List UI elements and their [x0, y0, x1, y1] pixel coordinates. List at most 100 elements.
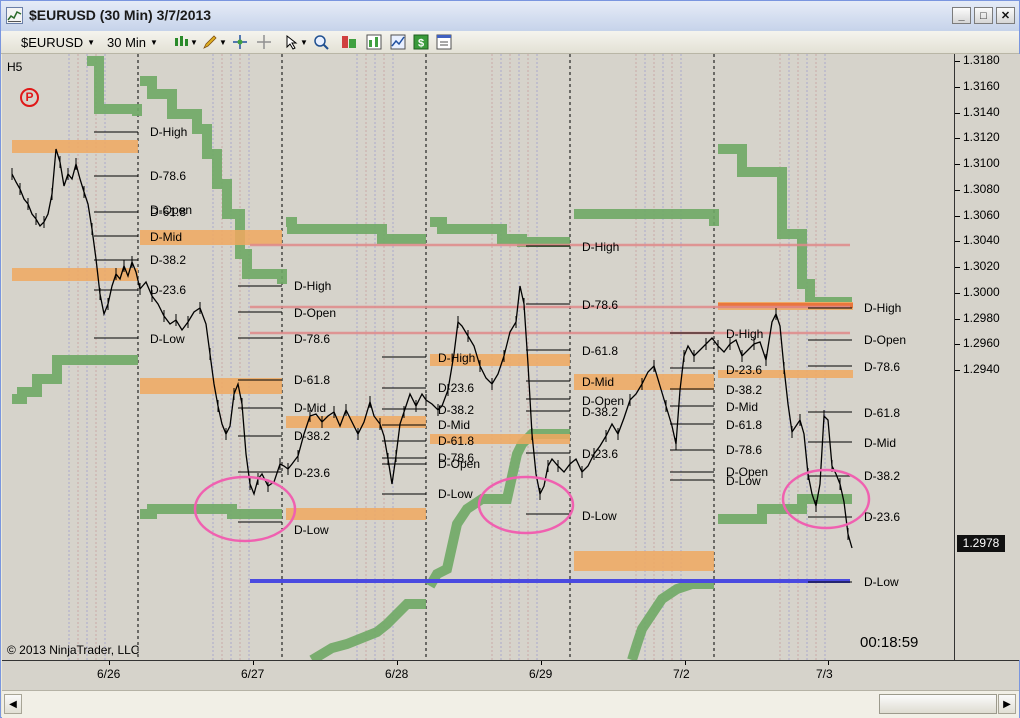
price-tick-mark — [955, 215, 960, 217]
minimize-button[interactable]: _ — [952, 7, 971, 24]
level-label: D-Mid — [438, 418, 470, 432]
level-label: D-Low — [582, 509, 617, 523]
level-label: D-Mid — [726, 400, 758, 414]
price-tick-label: 1.3000 — [963, 284, 1000, 299]
level-label: D-High — [438, 351, 476, 365]
copyright-text: © 2013 NinjaTrader, LLC — [7, 643, 140, 657]
price-tick-label: 1.3120 — [963, 130, 1000, 145]
bar-timer: 00:18:59 — [860, 634, 919, 651]
pivot-envelope-band — [286, 217, 426, 244]
time-axis[interactable]: 6/26 6/27 6/28 6/29 7/2 7/3 — [2, 660, 1019, 691]
pivot-envelope-band — [12, 355, 138, 404]
level-label: D-Low — [726, 474, 761, 488]
level-label: D-Low — [150, 332, 185, 346]
price-tick-mark — [955, 112, 960, 114]
fib-zone — [12, 268, 138, 281]
price-axis[interactable]: 1.3180 1.3160 1.3140 1.3120 1.3100 1.3080 1.30… — [954, 53, 1020, 660]
price-tick-label: 1.3160 — [963, 78, 1000, 93]
scroll-right-arrow-icon[interactable]: ▶ — [998, 694, 1016, 714]
date-tick-mark — [828, 661, 829, 665]
level-label: D-Low — [294, 523, 329, 537]
price-tick-mark — [955, 318, 960, 320]
pivot-envelope-band — [430, 217, 570, 247]
global-crosshair-icon[interactable] — [256, 34, 272, 50]
level-label: D-High — [150, 125, 188, 139]
horizontal-scrollbar[interactable]: ◀ ▶ — [2, 690, 1019, 718]
price-tick-label: 1.3060 — [963, 207, 1000, 222]
playback-logo-icon: P — [20, 88, 39, 107]
level-label: D-Mid — [582, 375, 614, 389]
price-tick-label: 1.2980 — [963, 310, 1000, 325]
level-label: D-Open — [294, 306, 337, 320]
level-label: D-78.6 — [726, 443, 763, 457]
pencil-icon[interactable] — [202, 34, 218, 50]
level-label: D-High — [294, 279, 332, 293]
level-label: D-78.6 — [150, 169, 187, 183]
maximize-button[interactable]: □ — [974, 7, 993, 24]
level-label: D-23.6 — [150, 283, 187, 297]
pivot-envelope-band — [574, 209, 719, 226]
pivot-envelope-band — [718, 144, 852, 307]
price-tick-mark — [955, 370, 960, 371]
interval-selector[interactable]: 30 Min ▼ — [107, 33, 158, 51]
date-tick-mark — [685, 661, 686, 665]
date-tick-mark — [541, 661, 542, 665]
price-tick-label: 1.3180 — [963, 53, 1000, 67]
svg-text:$: $ — [418, 38, 424, 50]
title-bar[interactable]: $EURUSD (30 Min) 3/7/2013 _ □ ✕ — [1, 1, 1019, 32]
scroll-thumb[interactable] — [879, 694, 997, 714]
price-tick-label: 1.2940 — [963, 362, 1000, 376]
price-tick-label: 1.3140 — [963, 104, 1000, 119]
strategies-icon[interactable] — [390, 34, 406, 50]
date-tick-mark — [109, 661, 110, 665]
properties-icon[interactable] — [436, 34, 452, 50]
level-label: D-Low — [864, 575, 899, 589]
candlestick-style-icon[interactable] — [173, 34, 189, 50]
scroll-left-arrow-icon[interactable]: ◀ — [4, 694, 22, 714]
data-box-icon[interactable] — [341, 34, 357, 50]
pivot-envelope-band — [309, 599, 426, 660]
chevron-down-icon: ▼ — [150, 37, 158, 47]
chevron-down-icon[interactable]: ▼ — [219, 33, 227, 51]
instrument-selector[interactable]: $EURUSD ▼ — [21, 33, 95, 51]
date-tick-label: 6/29 — [529, 667, 553, 681]
date-tick-label: 6/28 — [385, 667, 409, 681]
dollar-icon[interactable]: $ — [413, 34, 429, 50]
crosshair-icon[interactable] — [232, 34, 248, 50]
level-label: D-61.8 — [864, 406, 901, 420]
chart-panel[interactable]: H5 P © 2013 NinjaTrader, LLC 00:18:59 D-… — [2, 54, 954, 660]
pointer-icon[interactable] — [284, 34, 300, 50]
level-label: D-Mid — [294, 401, 326, 415]
level-label: D-23.6 — [294, 466, 331, 480]
level-label: D-38.2 — [864, 469, 901, 483]
level-label: D-61.8 — [438, 434, 475, 448]
price-tick-label: 1.3100 — [963, 156, 1000, 170]
level-label: D-61.8 — [294, 373, 331, 387]
price-tick-mark — [955, 61, 960, 62]
level-label: D-Mid — [864, 436, 896, 450]
fib-zone — [286, 508, 426, 520]
price-tick-mark — [955, 189, 960, 191]
date-tick-mark — [253, 661, 254, 665]
price-tick-mark — [955, 241, 960, 243]
level-label: D-38.2 — [150, 253, 187, 267]
price-tick-mark — [955, 138, 960, 140]
close-button[interactable]: ✕ — [996, 7, 1015, 24]
level-label: D-61.8 — [726, 418, 763, 432]
chevron-down-icon[interactable]: ▼ — [190, 33, 198, 51]
level-label: D-78.6 — [294, 332, 331, 346]
price-tick-mark — [955, 86, 960, 88]
level-label: D-23.6 — [864, 510, 901, 524]
zoom-icon[interactable] — [313, 34, 329, 50]
level-label: D-38.2 — [438, 403, 475, 417]
price-tick-label: 1.3080 — [963, 181, 1000, 196]
price-tick-mark — [955, 292, 960, 294]
pivot-envelope-band — [87, 56, 142, 116]
chart-window: $EURUSD (30 Min) 3/7/2013 _ □ ✕ $EURUSD … — [0, 0, 1020, 718]
indicators-icon[interactable] — [366, 34, 382, 50]
chevron-down-icon[interactable]: ▼ — [300, 33, 308, 51]
level-label: D-High — [726, 327, 764, 341]
panel-label: H5 — [7, 60, 23, 74]
level-label: D-High — [582, 240, 620, 254]
pivot-envelope-band — [140, 504, 282, 519]
